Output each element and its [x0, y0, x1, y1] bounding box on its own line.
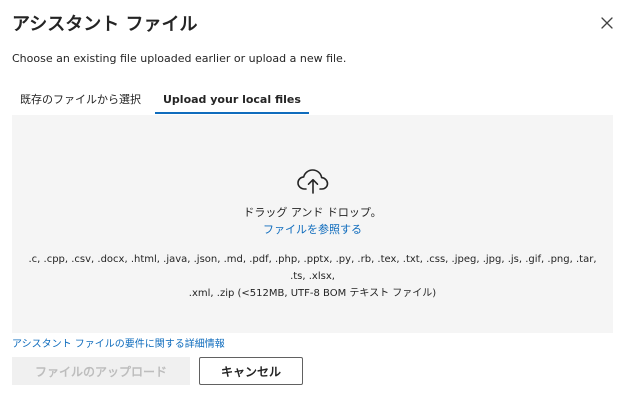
- dialog-title: アシスタント ファイル: [12, 14, 198, 35]
- close-button[interactable]: [596, 12, 618, 34]
- tab-existing-files[interactable]: 既存のファイルから選択: [12, 86, 149, 112]
- supported-formats-line-1: .c, .cpp, .csv, .docx, .html, .java, .js…: [28, 254, 597, 282]
- file-dropzone[interactable]: ドラッグ アンド ドロップ。 ファイルを参照する .c, .cpp, .csv,…: [12, 115, 613, 333]
- cancel-button[interactable]: キャンセル: [199, 357, 303, 385]
- file-requirements-link[interactable]: アシスタント ファイルの要件に関する詳細情報: [12, 335, 225, 350]
- assistant-files-dialog: アシスタント ファイル Choose an existing file uplo…: [0, 0, 633, 405]
- drag-drop-text: ドラッグ アンド ドロップ。: [243, 206, 382, 219]
- browse-files-link[interactable]: ファイルを参照する: [263, 223, 362, 236]
- cloud-upload-icon: [297, 169, 329, 194]
- dialog-subtitle: Choose an existing file uploaded earlier…: [12, 52, 347, 65]
- tab-upload-local-files[interactable]: Upload your local files: [155, 86, 309, 114]
- upload-file-button[interactable]: ファイルのアップロード: [12, 357, 190, 385]
- close-icon: [601, 17, 613, 29]
- source-tabs: 既存のファイルから選択 Upload your local files: [12, 86, 309, 114]
- supported-formats-line-2: .xml, .zip (<512MB, UTF-8 BOM テキスト ファイル): [188, 288, 437, 299]
- supported-formats-text: .c, .cpp, .csv, .docx, .html, .java, .js…: [20, 251, 605, 302]
